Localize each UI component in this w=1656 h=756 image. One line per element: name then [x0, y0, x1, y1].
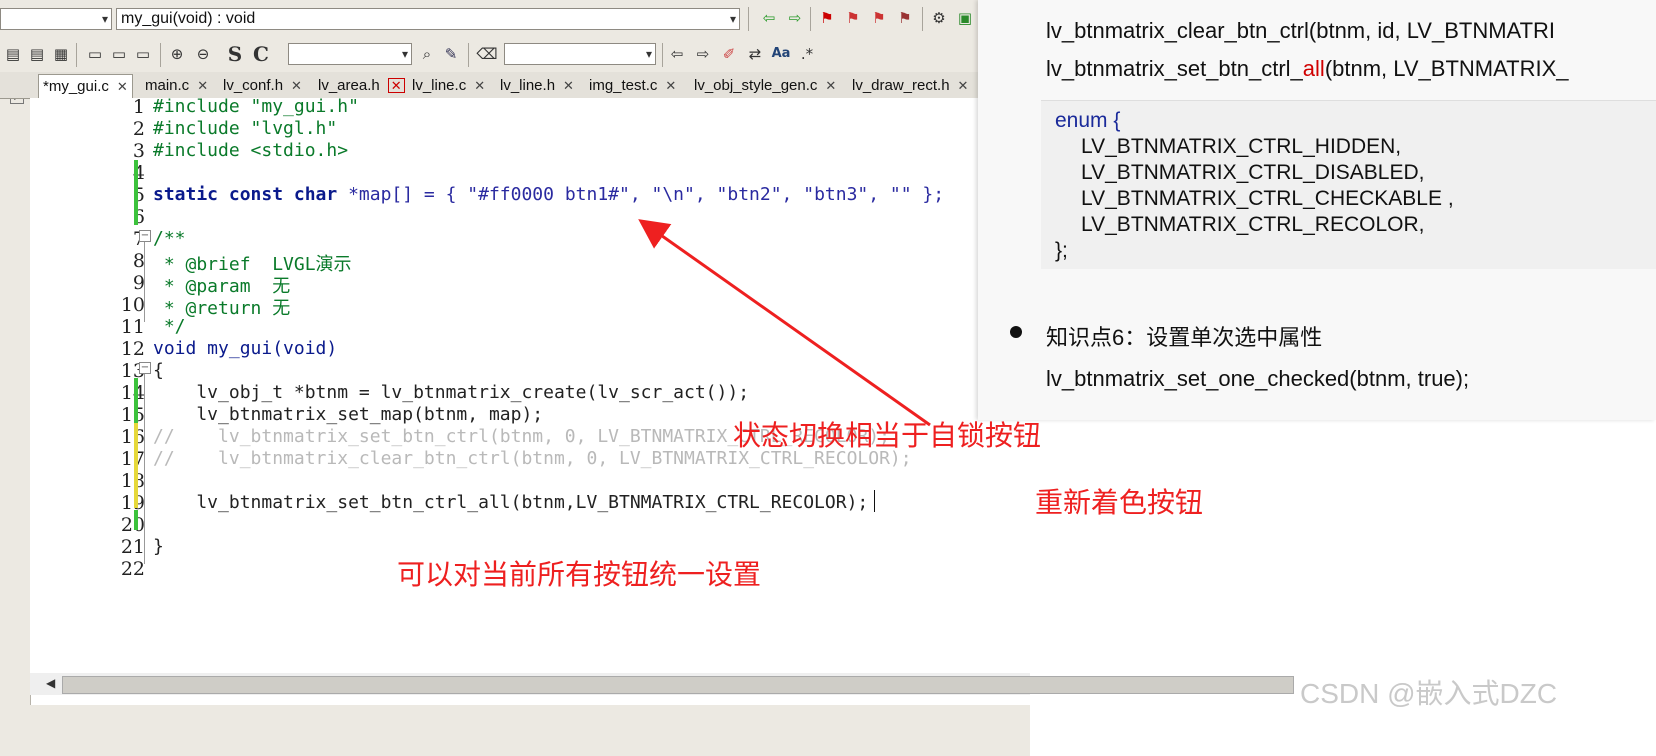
annotation-recolor: 重新着色按钮 — [1035, 486, 1204, 519]
annotation-arrow — [638, 219, 931, 427]
watermark: CSDN @嵌入式DZC — [1300, 678, 1558, 709]
annotation-all: 可以对当前所有按钮统一设置 — [397, 558, 762, 591]
annotation-toggle: 状态切换相当于自锁按钮 — [733, 419, 1042, 452]
